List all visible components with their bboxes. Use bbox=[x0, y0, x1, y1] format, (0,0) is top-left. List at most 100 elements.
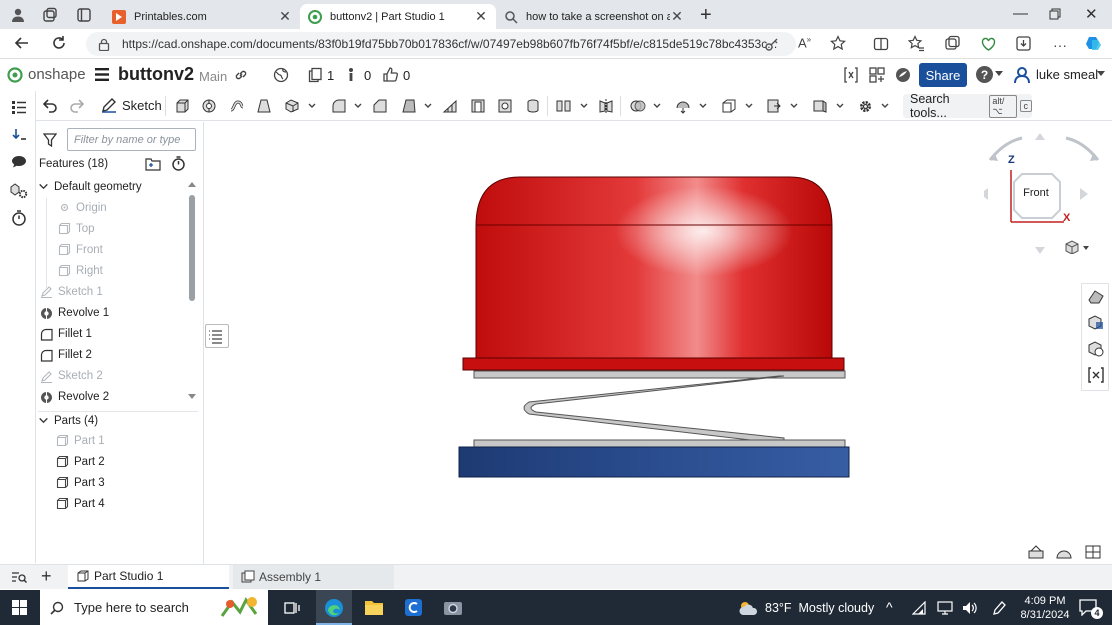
share-button[interactable]: Share bbox=[919, 63, 967, 87]
browser-tab-search[interactable]: how to take a screenshot on an a ✕ bbox=[496, 4, 692, 29]
close-tab-icon[interactable]: ✕ bbox=[474, 8, 488, 25]
chevron-down-icon[interactable] bbox=[881, 103, 889, 109]
app-store-icon[interactable] bbox=[868, 66, 886, 84]
onshape-app-icon[interactable] bbox=[404, 598, 423, 617]
chevron-down-icon[interactable] bbox=[790, 103, 798, 109]
part-item[interactable]: Part 2 bbox=[56, 451, 105, 472]
scroll-down-arrow-icon[interactable] bbox=[188, 394, 196, 400]
chevron-down-icon[interactable] bbox=[38, 180, 49, 193]
document-title[interactable]: buttonv2 bbox=[118, 64, 194, 85]
feature-item[interactable]: Top bbox=[58, 218, 95, 239]
rollback-timer-icon[interactable] bbox=[171, 156, 186, 171]
cylinder-icon[interactable] bbox=[525, 98, 541, 114]
info-icon[interactable] bbox=[347, 67, 355, 83]
feature-list-icon[interactable] bbox=[11, 99, 27, 115]
rib-icon[interactable] bbox=[442, 98, 458, 114]
feature-item[interactable]: Revolve 1 bbox=[40, 303, 109, 324]
variables-icon[interactable] bbox=[1087, 366, 1105, 384]
appearance-icon[interactable] bbox=[1087, 288, 1105, 306]
fillet-icon[interactable] bbox=[331, 98, 347, 114]
filter-icon[interactable] bbox=[43, 133, 57, 147]
chevron-down-icon[interactable] bbox=[836, 103, 844, 109]
refresh-icon[interactable] bbox=[51, 35, 67, 51]
search-tabs-icon[interactable] bbox=[11, 570, 27, 585]
chevron-down-icon[interactable] bbox=[745, 103, 753, 109]
restore-icon[interactable] bbox=[1049, 8, 1061, 20]
browser-tab-printables[interactable]: Printables.com ✕ bbox=[104, 4, 300, 29]
sketch-button[interactable]: Sketch bbox=[101, 97, 162, 113]
add-folder-icon[interactable] bbox=[145, 157, 161, 171]
feature-item[interactable]: Fillet 2 bbox=[40, 345, 92, 366]
sheet-metal-icon[interactable] bbox=[812, 98, 828, 114]
copilot-icon[interactable] bbox=[1085, 34, 1103, 52]
help-icon[interactable]: ? bbox=[976, 66, 993, 83]
scroll-up-arrow-icon[interactable] bbox=[188, 181, 196, 187]
menu-icon[interactable] bbox=[95, 68, 109, 81]
chevron-down-icon[interactable] bbox=[424, 103, 432, 109]
parts-folder[interactable]: Parts (4) bbox=[38, 410, 98, 431]
boolean-icon[interactable] bbox=[630, 98, 646, 114]
user-name[interactable]: luke smeal bbox=[1036, 67, 1098, 82]
clock[interactable]: 4:09 PM 8/31/2024 bbox=[1018, 594, 1072, 622]
render-mode-icon[interactable] bbox=[1056, 545, 1072, 559]
draft-icon[interactable] bbox=[401, 98, 417, 114]
configurations-icon[interactable] bbox=[10, 182, 28, 200]
chevron-down-icon[interactable] bbox=[1097, 71, 1105, 77]
view-cube-face-label[interactable]: Front bbox=[1022, 187, 1050, 199]
chevron-down-icon[interactable] bbox=[38, 414, 49, 427]
redo-icon[interactable] bbox=[69, 98, 85, 114]
feature-item[interactable]: Origin bbox=[58, 197, 107, 218]
gear-icon[interactable] bbox=[857, 98, 873, 114]
feature-item[interactable]: Sketch 1 bbox=[40, 281, 103, 302]
thicken-icon[interactable] bbox=[284, 98, 300, 114]
add-tab-icon[interactable]: + bbox=[41, 566, 52, 587]
feature-item[interactable]: Revolve 2 bbox=[40, 387, 109, 408]
user-avatar-icon[interactable] bbox=[1013, 66, 1031, 84]
feature-item[interactable]: Front bbox=[58, 239, 103, 260]
tab-assembly-1[interactable]: Assembly 1 bbox=[233, 565, 394, 589]
plane-icon[interactable] bbox=[721, 98, 737, 114]
new-tab-icon[interactable]: + bbox=[700, 4, 712, 27]
favorite-star-icon[interactable] bbox=[830, 35, 846, 51]
feature-item[interactable]: Sketch 2 bbox=[40, 366, 103, 387]
search-tools-input[interactable]: Search tools... alt/⌥ c bbox=[903, 92, 1032, 120]
mate-connector-rail-icon[interactable] bbox=[11, 127, 27, 143]
browser-tab-onshape[interactable]: buttonv2 | Part Studio 1 ✕ bbox=[300, 4, 496, 29]
volume-icon[interactable] bbox=[962, 601, 978, 615]
url-field[interactable]: https://cad.onshape.com/documents/83f0b1… bbox=[86, 32, 796, 56]
chamfer-icon[interactable] bbox=[372, 98, 388, 114]
split-screen-icon[interactable] bbox=[873, 36, 889, 52]
close-window-icon[interactable]: ✕ bbox=[1085, 5, 1098, 23]
profile-icon[interactable] bbox=[10, 7, 26, 23]
onshape-logo-icon[interactable] bbox=[7, 67, 23, 83]
graphics-viewport[interactable]: Z X Front bbox=[204, 122, 1112, 564]
mate-connector-icon[interactable] bbox=[766, 98, 782, 114]
named-views-icon[interactable] bbox=[1085, 545, 1101, 559]
back-icon[interactable] bbox=[14, 35, 30, 51]
network-icon[interactable] bbox=[912, 601, 928, 615]
public-globe-icon[interactable] bbox=[273, 67, 289, 83]
chevron-down-icon[interactable] bbox=[580, 103, 588, 109]
more-options-icon[interactable]: ··· bbox=[1053, 37, 1067, 53]
part-item[interactable]: Part 1 bbox=[56, 430, 105, 451]
mass-properties-icon[interactable] bbox=[1087, 340, 1105, 358]
tab-actions-icon[interactable] bbox=[76, 7, 92, 23]
comments-icon[interactable] bbox=[11, 154, 27, 170]
display-icon[interactable] bbox=[937, 601, 953, 615]
chevron-down-icon[interactable] bbox=[354, 103, 362, 109]
variable-studio-icon[interactable] bbox=[842, 66, 860, 84]
transform-icon[interactable] bbox=[675, 98, 691, 114]
favorites-icon[interactable] bbox=[908, 35, 925, 52]
extrude-icon[interactable] bbox=[174, 98, 190, 114]
part-item[interactable]: Part 4 bbox=[56, 493, 105, 514]
windows-start-icon[interactable] bbox=[12, 600, 27, 615]
edge-taskbar-button[interactable] bbox=[316, 590, 352, 625]
pen-icon[interactable] bbox=[992, 600, 1006, 616]
feature-item[interactable]: Right bbox=[58, 260, 103, 281]
linear-pattern-icon[interactable] bbox=[556, 98, 572, 114]
default-geometry-folder[interactable]: Default geometry bbox=[38, 176, 142, 197]
revolve-icon[interactable] bbox=[201, 98, 217, 114]
close-tab-icon[interactable]: ✕ bbox=[670, 8, 684, 25]
versions-icon[interactable] bbox=[307, 67, 323, 83]
feature-filter-input[interactable]: Filter by name or type bbox=[67, 128, 196, 151]
